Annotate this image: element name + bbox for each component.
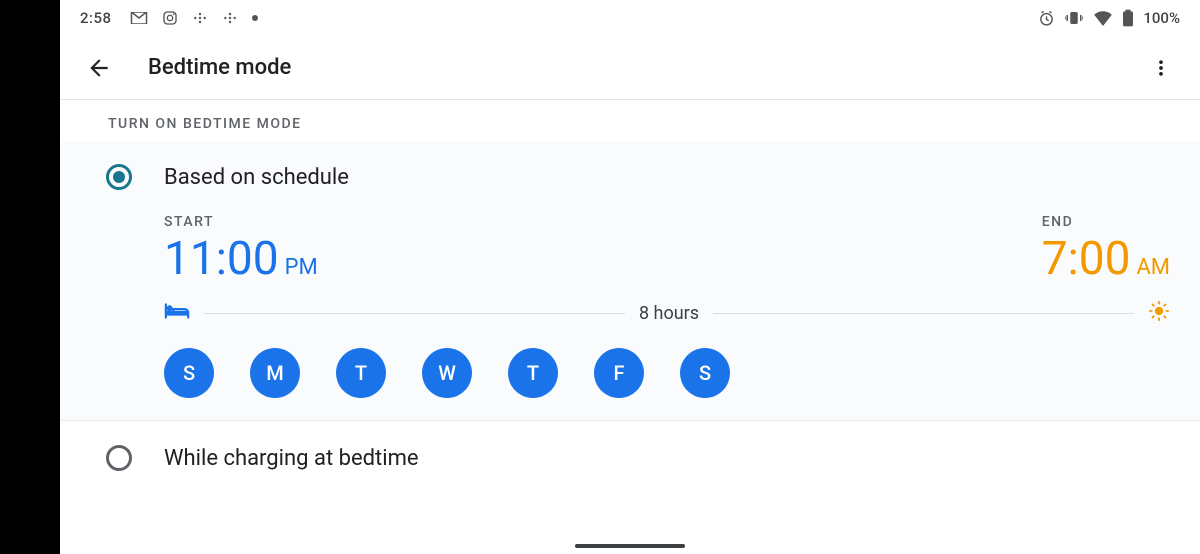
arrow-left-icon <box>86 55 112 81</box>
page-title: Bedtime mode <box>148 55 1140 80</box>
section-label: TURN ON BEDTIME MODE <box>60 100 1200 142</box>
start-time-picker[interactable]: 11:00 PM <box>164 236 318 282</box>
status-bar: 2:58 <box>60 0 1200 36</box>
instagram-icon <box>162 10 178 26</box>
podcast-icon <box>192 10 208 26</box>
option-charging-label: While charging at bedtime <box>164 446 419 471</box>
end-time-picker[interactable]: 7:00 AM <box>1042 236 1170 282</box>
radio-charging[interactable] <box>106 445 132 471</box>
end-label: END <box>1042 214 1170 230</box>
bed-icon <box>164 302 190 324</box>
option-based-on-schedule: Based on schedule START 11:00 PM END 7:0… <box>60 142 1200 420</box>
start-label: START <box>164 214 318 230</box>
day-mon[interactable]: M <box>250 348 300 398</box>
alarm-icon <box>1038 10 1055 27</box>
gesture-nav-bar[interactable] <box>575 544 685 548</box>
option-while-charging[interactable]: While charging at bedtime <box>60 420 1200 495</box>
start-time-ampm: PM <box>285 255 318 280</box>
gmail-icon <box>130 12 148 24</box>
start-time-value: 11:00 <box>164 236 279 282</box>
end-time-value: 7:00 <box>1042 236 1131 282</box>
day-wed[interactable]: W <box>422 348 472 398</box>
wifi-icon <box>1093 10 1113 26</box>
day-sat[interactable]: S <box>680 348 730 398</box>
status-clock: 2:58 <box>80 9 112 27</box>
duration-text: 8 hours <box>639 303 699 324</box>
day-fri[interactable]: F <box>594 348 644 398</box>
radio-schedule[interactable] <box>106 164 132 190</box>
back-button[interactable] <box>78 47 120 89</box>
days-row: S M T W T F S <box>164 348 1170 398</box>
end-time-ampm: AM <box>1136 255 1170 280</box>
battery-icon <box>1123 9 1133 27</box>
day-tue[interactable]: T <box>336 348 386 398</box>
sun-icon <box>1148 300 1170 326</box>
battery-percentage: 100% <box>1143 9 1180 27</box>
overflow-menu-button[interactable] <box>1140 47 1182 89</box>
option-schedule-label: Based on schedule <box>164 165 349 190</box>
option-schedule-header[interactable]: Based on schedule <box>106 164 1170 190</box>
day-thu[interactable]: T <box>508 348 558 398</box>
app-bar: Bedtime mode <box>60 36 1200 100</box>
duration-row: 8 hours <box>164 300 1170 326</box>
more-vert-icon <box>1151 58 1171 78</box>
vibrate-icon <box>1065 10 1083 26</box>
notification-dot-icon <box>252 15 258 21</box>
podcast-icon-2 <box>222 10 238 26</box>
day-sun[interactable]: S <box>164 348 214 398</box>
